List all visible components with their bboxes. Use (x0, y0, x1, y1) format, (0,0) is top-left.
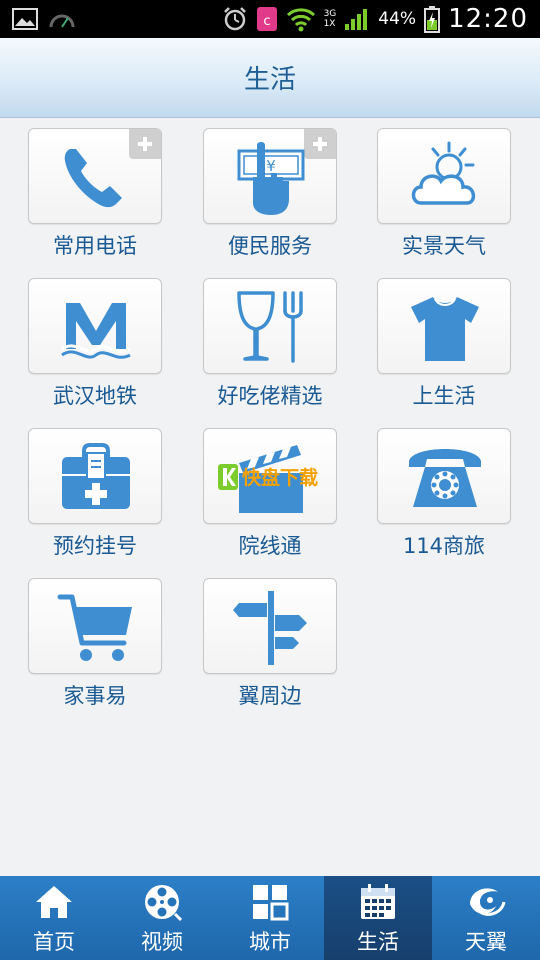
tile-label: 院线通 (238, 534, 302, 558)
network-3g-label: 3G (323, 9, 337, 19)
tile-label: 翼周边 (238, 684, 302, 708)
tile-button[interactable] (203, 278, 337, 374)
tile-label: 上生活 (412, 384, 476, 408)
tile-label: 实景天气 (402, 234, 486, 258)
network-1x-label: 1X (323, 19, 336, 29)
grid-icon (253, 885, 289, 921)
battery-percent: 44% (378, 9, 417, 29)
tab-life[interactable]: 生活 (324, 876, 432, 960)
tab-city[interactable]: 城市 (216, 876, 324, 960)
tile-button[interactable]: 快盘下载 (203, 428, 337, 524)
hand-with-yen-icon: ¥ (237, 142, 305, 215)
tab-video[interactable]: 视频 (108, 876, 216, 960)
tile-label: 114商旅 (402, 534, 486, 558)
page-title: 生活 (243, 65, 296, 95)
tile-button[interactable] (377, 278, 511, 374)
alarm-clock-icon (223, 7, 246, 31)
tile-label: 家事易 (63, 684, 127, 708)
svg-text:c: c (263, 14, 270, 29)
tile-label: 好吃佬精选 (217, 384, 323, 408)
tianyi-logo-icon (470, 888, 506, 916)
rotary-phone-icon (409, 449, 481, 507)
tile-button[interactable] (377, 428, 511, 524)
tile-label: 便民服务 (228, 234, 312, 258)
tile-foodie-selection[interactable]: 好吃佬精选 (203, 268, 339, 418)
medical-kit-icon (62, 443, 130, 509)
tile-label: 常用电话 (53, 234, 137, 258)
status-time: 12:20 (448, 4, 528, 34)
image-icon (12, 8, 38, 30)
speedometer-icon (49, 14, 75, 28)
tile-button[interactable] (28, 578, 162, 674)
tile-button[interactable] (203, 578, 337, 674)
svg-text:¥: ¥ (266, 157, 276, 175)
tile-label: 武汉地铁 (53, 384, 137, 408)
tile-label: 预约挂号 (53, 534, 137, 558)
tile-live-weather[interactable]: 实景天气 (377, 118, 513, 268)
film-reel-icon (145, 885, 182, 922)
tab-home[interactable]: 首页 (0, 876, 108, 960)
tile-button[interactable] (28, 278, 162, 374)
shopping-cart-icon (57, 594, 132, 661)
battery-icon (424, 6, 441, 33)
signpost-icon (233, 591, 307, 665)
tshirt-icon (411, 297, 479, 361)
tile-appointment[interactable]: 预约挂号 (28, 418, 164, 568)
tile-button[interactable] (377, 128, 511, 224)
tile-button[interactable] (28, 428, 162, 524)
tile-button[interactable] (28, 128, 162, 224)
status-bar: c 3G 1X 44% 12:20 (0, 0, 540, 38)
tile-common-phone[interactable]: 常用电话 (28, 118, 164, 268)
tile-convenience-service[interactable]: ¥ 便民服务 (203, 118, 339, 268)
tab-label: 城市 (249, 930, 291, 954)
tab-label: 天翼 (465, 930, 507, 954)
tab-label: 视频 (141, 930, 183, 954)
weather-sun-cloud-icon (411, 141, 476, 205)
watermark-logo-icon (218, 464, 238, 490)
phone-handset-icon (64, 149, 122, 208)
tile-wuhan-metro[interactable]: 武汉地铁 (28, 268, 164, 418)
tab-tianyi[interactable]: 天翼 (432, 876, 540, 960)
calendar-icon (361, 884, 395, 919)
watermark-text: 快盘下载 (242, 467, 319, 489)
tab-label: 生活 (357, 930, 399, 954)
tile-home-services[interactable]: 家事易 (28, 568, 164, 718)
tile-cinema[interactable]: 快盘下载 院线通 (203, 418, 339, 568)
signal-icon (345, 9, 368, 30)
app-badge-icon: c (256, 7, 277, 31)
tile-114-travel[interactable]: 114商旅 (377, 418, 513, 568)
metro-m-icon (61, 303, 131, 359)
tab-label: 首页 (33, 930, 75, 954)
tile-shang-life[interactable]: 上生活 (377, 268, 513, 418)
watermark: 快盘下载 (218, 463, 328, 497)
wifi-icon (286, 8, 315, 32)
home-icon (36, 886, 72, 918)
tile-nearby[interactable]: 翼周边 (203, 568, 339, 718)
glass-fork-icon (237, 291, 303, 363)
tile-button[interactable]: ¥ (203, 128, 337, 224)
title-bar: 生活 (0, 38, 540, 118)
bottom-tab-bar: 首页 视频 城市 生活 天翼 (0, 876, 540, 960)
